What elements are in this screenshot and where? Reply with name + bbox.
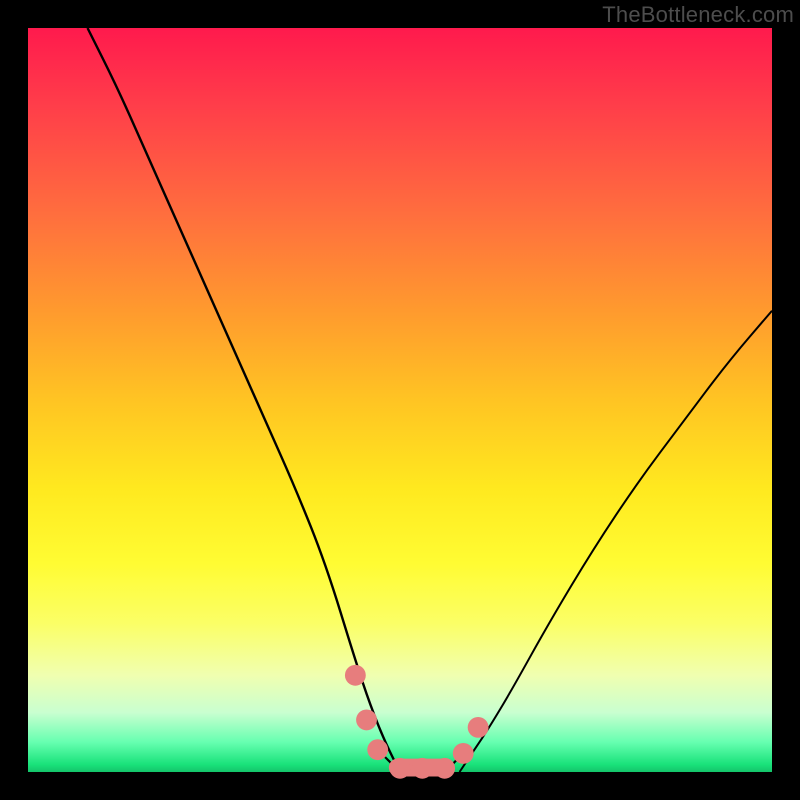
valley-marker xyxy=(345,665,366,686)
valley-marker xyxy=(434,758,455,779)
right-curve xyxy=(460,311,772,772)
curve-group xyxy=(88,28,772,772)
chart-plot-area xyxy=(28,28,772,772)
chart-svg xyxy=(28,28,772,772)
left-curve xyxy=(88,28,400,772)
valley-marker xyxy=(390,758,411,779)
watermark-text: TheBottleneck.com xyxy=(602,2,794,28)
valley-marker xyxy=(412,758,433,779)
valley-marker xyxy=(356,710,377,731)
chart-frame: TheBottleneck.com xyxy=(0,0,800,800)
valley-markers xyxy=(345,665,489,779)
valley-marker xyxy=(468,717,489,738)
valley-marker xyxy=(367,739,388,760)
valley-marker xyxy=(453,743,474,764)
